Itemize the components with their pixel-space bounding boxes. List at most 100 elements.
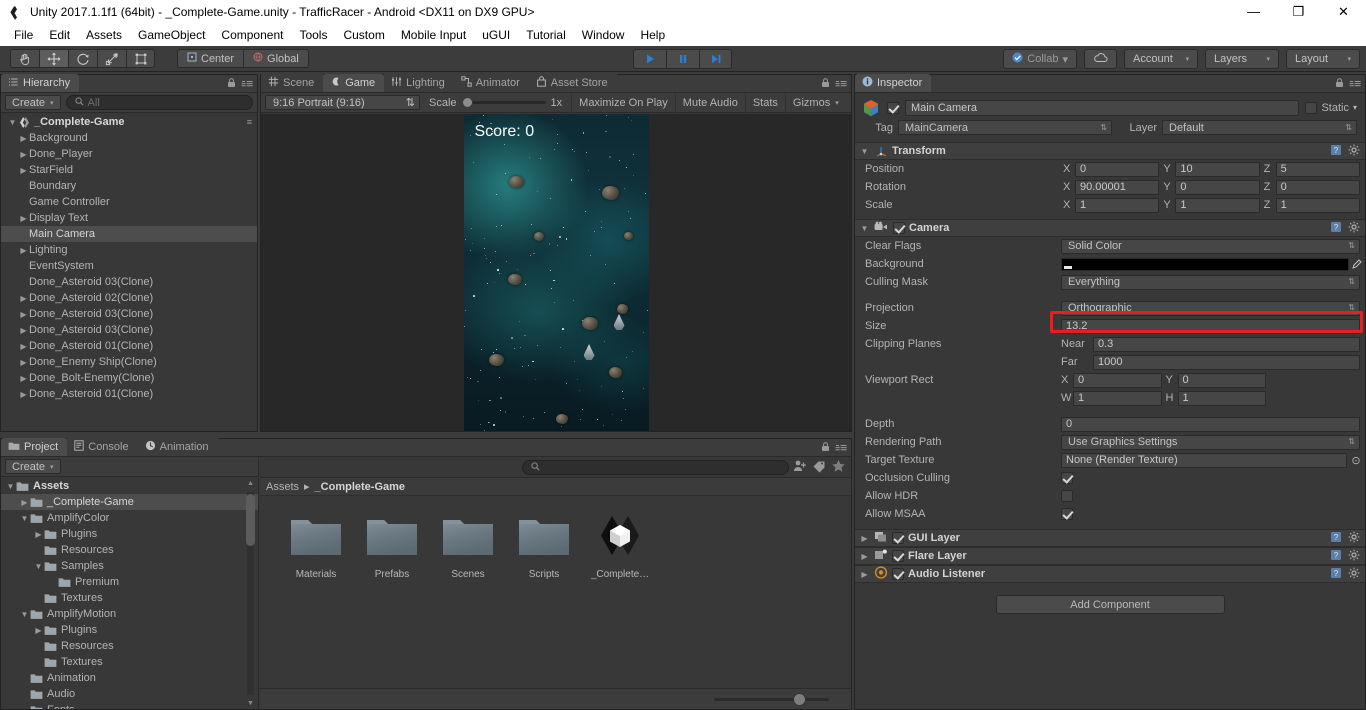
menu-item-custom[interactable]: Custom bbox=[335, 26, 392, 44]
chevron-right-icon[interactable]: ▶ bbox=[859, 534, 870, 543]
target-texture-input[interactable]: None (Render Texture) bbox=[1061, 452, 1347, 468]
hierarchy-item[interactable]: ▶ Lighting bbox=[1, 242, 257, 258]
gameobject-enabled-checkbox[interactable] bbox=[887, 101, 899, 114]
scroll-up-arrow[interactable]: ▲ bbox=[245, 480, 256, 487]
viewport-x-input[interactable]: 0 bbox=[1073, 372, 1162, 388]
project-tree-scrollbar[interactable]: ▲ ▼ bbox=[245, 480, 256, 707]
viewport-w-input[interactable]: 1 bbox=[1073, 390, 1162, 406]
transform-component-header[interactable]: ▼ Transform ? bbox=[855, 142, 1365, 160]
hierarchy-item[interactable]: ▶ Display Text bbox=[1, 210, 257, 226]
far-input[interactable]: 1000 bbox=[1093, 354, 1360, 370]
menu-item-tools[interactable]: Tools bbox=[291, 26, 335, 44]
minimize-button[interactable]: — bbox=[1231, 0, 1276, 23]
hand-tool-button[interactable] bbox=[10, 49, 39, 68]
menu-item-tutorial[interactable]: Tutorial bbox=[518, 26, 574, 44]
hierarchy-item[interactable]: ▶ StarField bbox=[1, 162, 257, 178]
culling-mask-dropdown[interactable]: Everything ⇅ bbox=[1061, 274, 1360, 290]
size-input[interactable]: 13.2 bbox=[1061, 318, 1360, 334]
play-button[interactable] bbox=[633, 49, 666, 69]
help-icon[interactable]: ? bbox=[1330, 221, 1342, 236]
transform-scale-z-input[interactable]: 1 bbox=[1275, 197, 1360, 213]
asset-item[interactable]: _Complete… bbox=[582, 513, 658, 580]
hierarchy-item[interactable]: ▶ Done_Player bbox=[1, 146, 257, 162]
gear-icon[interactable] bbox=[1348, 144, 1360, 159]
transform-position-y-input[interactable]: 10 bbox=[1175, 161, 1260, 177]
help-icon[interactable]: ? bbox=[1330, 531, 1342, 546]
chevron-right-icon[interactable]: ▶ bbox=[18, 134, 29, 143]
chevron-down-icon[interactable]: ▼ bbox=[33, 562, 44, 571]
tab-game[interactable]: Game bbox=[323, 74, 385, 92]
audio-listener-enabled-checkbox[interactable] bbox=[892, 568, 904, 580]
help-icon[interactable]: ? bbox=[1330, 549, 1342, 564]
project-create-button[interactable]: Create ▾ bbox=[5, 459, 61, 474]
chevron-down-icon[interactable]: ▼ bbox=[19, 514, 30, 523]
chevron-right-icon[interactable]: ▶ bbox=[18, 374, 29, 383]
pivot-mode-button[interactable]: Center bbox=[177, 49, 244, 68]
transform-rotation-x-input[interactable]: 90.00001 bbox=[1075, 179, 1160, 195]
transform-rotation-y-input[interactable]: 0 bbox=[1175, 179, 1260, 195]
tab-lighting[interactable]: Lighting bbox=[384, 74, 454, 92]
account-button[interactable]: Account ▾ bbox=[1124, 49, 1198, 69]
game-view-viewport[interactable]: Score: 0 bbox=[261, 114, 851, 431]
transform-rotation-z-input[interactable]: 0 bbox=[1275, 179, 1360, 195]
chevron-right-icon[interactable]: ▶ bbox=[18, 214, 29, 223]
hierarchy-item[interactable]: Done_Asteroid 03(Clone) bbox=[1, 274, 257, 290]
mute-audio-button[interactable]: Mute Audio bbox=[674, 92, 745, 113]
static-toggle-group[interactable]: Static ▾ bbox=[1305, 101, 1357, 114]
gameobject-name-input[interactable]: Main Camera bbox=[905, 99, 1300, 116]
project-tree-item[interactable]: Resources bbox=[1, 542, 258, 558]
maximize-button[interactable]: ❐ bbox=[1276, 0, 1321, 23]
breadcrumb-current[interactable]: _Complete-Game bbox=[315, 481, 405, 493]
asset-grid[interactable]: Materials Prefabs Scenes Scripts _Complete… bbox=[260, 497, 851, 687]
occlusion-culling-checkbox[interactable] bbox=[1061, 472, 1073, 484]
object-picker-icon[interactable]: ⊙ bbox=[1347, 454, 1365, 467]
hierarchy-item[interactable]: Main Camera bbox=[1, 226, 257, 242]
stats-button[interactable]: Stats bbox=[744, 92, 785, 113]
viewport-h-input[interactable]: 1 bbox=[1177, 390, 1266, 406]
step-button[interactable] bbox=[699, 49, 732, 69]
move-tool-button[interactable] bbox=[39, 49, 68, 68]
hierarchy-item[interactable]: ▶ Done_Asteroid 03(Clone) bbox=[1, 306, 257, 322]
hierarchy-item[interactable]: ▶ Done_Bolt-Enemy(Clone) bbox=[1, 370, 257, 386]
hierarchy-item[interactable]: ▶ Done_Asteroid 01(Clone) bbox=[1, 386, 257, 402]
hierarchy-tree[interactable]: ▼ _Complete-Game ≡ ▶ Background ▶ Done_Player ▶… bbox=[1, 114, 257, 431]
aspect-ratio-dropdown[interactable]: 9:16 Portrait (9:16) ⇅ bbox=[265, 95, 420, 110]
asset-item[interactable]: Prefabs bbox=[354, 513, 430, 580]
audio-listener-component-header[interactable]: ▶ Audio Listener? bbox=[855, 565, 1365, 583]
gear-icon[interactable] bbox=[1348, 549, 1360, 564]
project-tree-item[interactable]: Premium bbox=[1, 574, 258, 590]
lock-icon[interactable] bbox=[821, 442, 830, 455]
lock-icon[interactable] bbox=[821, 78, 830, 91]
project-tree-item[interactable]: Animation bbox=[1, 670, 258, 686]
favorites-icon[interactable] bbox=[831, 459, 846, 476]
panel-menu-icon[interactable] bbox=[835, 443, 847, 455]
transform-scale-y-input[interactable]: 1 bbox=[1175, 197, 1260, 213]
tab-scene[interactable]: Scene bbox=[261, 74, 324, 92]
project-search-input[interactable] bbox=[522, 460, 789, 475]
project-tree-item[interactable]: Audio bbox=[1, 686, 258, 702]
near-input[interactable]: 0.3 bbox=[1093, 336, 1360, 352]
chevron-right-icon[interactable]: ▶ bbox=[18, 358, 29, 367]
menu-item-help[interactable]: Help bbox=[632, 26, 673, 44]
project-tree-item[interactable]: Textures bbox=[1, 590, 258, 606]
background-color-field[interactable] bbox=[1061, 257, 1349, 271]
hierarchy-item[interactable]: ▶ Done_Asteroid 02(Clone) bbox=[1, 290, 257, 306]
maximize-on-play-button[interactable]: Maximize On Play bbox=[571, 92, 675, 113]
chevron-right-icon[interactable]: ▶ bbox=[18, 166, 29, 175]
filter-by-type-icon[interactable] bbox=[793, 459, 808, 476]
depth-input[interactable]: 0 bbox=[1061, 416, 1360, 432]
hierarchy-item[interactable]: ▶ Done_Asteroid 03(Clone) bbox=[1, 322, 257, 338]
chevron-right-icon[interactable]: ▶ bbox=[18, 246, 29, 255]
layer-dropdown[interactable]: Default ⇅ bbox=[1162, 120, 1357, 135]
hierarchy-item[interactable]: Boundary bbox=[1, 178, 257, 194]
menu-item-edit[interactable]: Edit bbox=[41, 26, 78, 44]
game-canvas[interactable]: Score: 0 bbox=[463, 114, 649, 431]
hierarchy-search-input[interactable]: All bbox=[65, 95, 253, 110]
asset-item[interactable]: Scenes bbox=[430, 513, 506, 580]
chevron-right-icon[interactable]: ▶ bbox=[33, 530, 44, 539]
asset-item[interactable]: Materials bbox=[278, 513, 354, 580]
flare-layer-enabled-checkbox[interactable] bbox=[892, 550, 904, 562]
hierarchy-item[interactable]: ▶ Done_Enemy Ship(Clone) bbox=[1, 354, 257, 370]
asset-zoom-handle[interactable] bbox=[793, 692, 806, 706]
chevron-down-icon[interactable]: ▼ bbox=[859, 224, 870, 233]
